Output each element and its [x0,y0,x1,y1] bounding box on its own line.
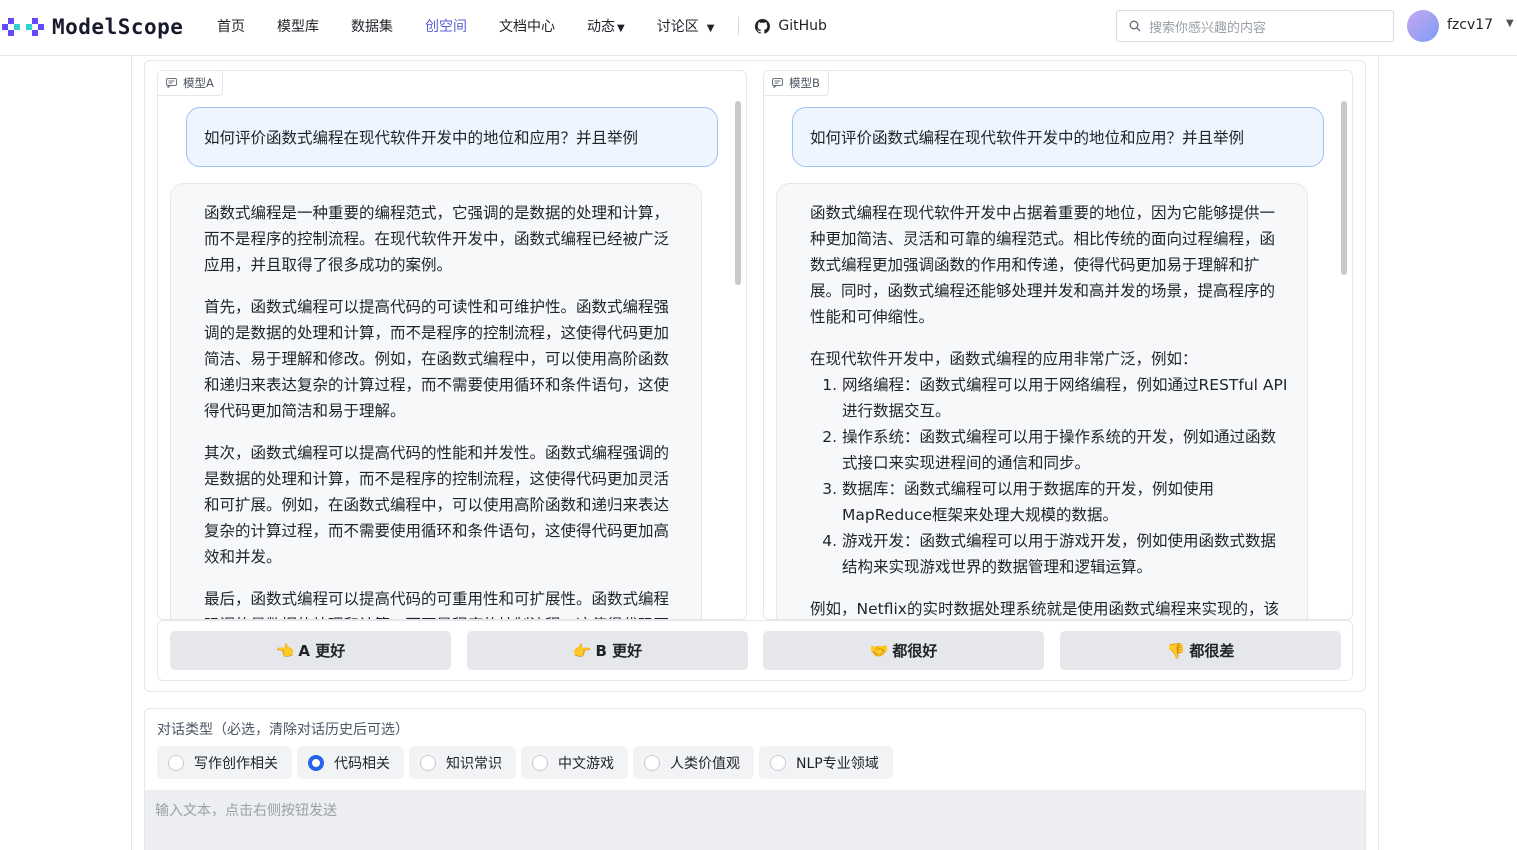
nav-docs[interactable]: 文档中心 [499,16,555,36]
main-nav: 首页 模型库 数据集 创空间 文档中心 动态 ▼ 讨论区 ▼ GitHub [217,0,859,52]
chat-panel-b[interactable]: 模型B 如何评价函数式编程在现代软件开发中的地位和应用？并且举例 函数式编程在现… [763,70,1353,620]
search-input[interactable]: 搜索你感兴趣的内容 [1116,10,1394,42]
panel-a-label: 模型A [158,71,223,96]
list-item: 游戏开发：函数式编程可以用于游戏开发，例如使用函数式数据结构来实现游戏世界的数据… [842,528,1289,580]
nav-news-label: 动态 [587,19,615,35]
radio-label: 写作创作相关 [194,755,278,772]
both-good-button[interactable]: 🤝 都很好 [763,631,1044,670]
nav-divider [738,17,740,35]
point-left-icon: 👈 [275,641,295,660]
nav-forum-label: 讨论区 [656,19,699,35]
radio-chinese-game[interactable]: 中文游戏 [521,746,628,779]
nav-models[interactable]: 模型库 [277,16,319,36]
radio-nlp[interactable]: NLP专业领域 [759,746,893,779]
both-bad-label: 都很差 [1189,642,1235,660]
chat-bubble-icon [166,78,177,88]
bot-b-list: 网络编程：函数式编程可以用于网络编程，例如通过RESTful API进行数据交互… [810,372,1289,580]
search-icon [1129,20,1141,32]
radio-circle [532,754,548,771]
panel-a-label-text: 模型A [183,76,214,90]
page-border-left [131,56,132,850]
scrollbar-b[interactable] [1341,101,1347,275]
point-right-icon: 👉 [572,641,592,660]
radio-label: 代码相关 [334,755,390,772]
caret-down-icon: ▼ [617,23,625,34]
message-input-placeholder: 输入文本，点击右侧按钮发送 [155,803,337,819]
radio-label: 中文游戏 [558,755,614,772]
b-better-button[interactable]: 👉 B 更好 [467,631,748,670]
nav-home[interactable]: 首页 [217,16,245,36]
panel-b-label: 模型B [764,71,829,96]
handshake-icon: 🤝 [869,641,889,660]
list-item: 数据库：函数式编程可以用于数据库的开发，例如使用MapReduce框架来处理大规… [842,476,1289,528]
bot-a-paragraph: 函数式编程是一种重要的编程范式，它强调的是数据的处理和计算，而不是程序的控制流程… [204,204,670,274]
modelscope-logo[interactable]: ModelScope [2,14,183,40]
github-label: GitHub [778,18,827,34]
caret-down-icon: ▼ [706,23,715,34]
radio-writing[interactable]: 写作创作相关 [157,746,292,779]
search-placeholder: 搜索你感兴趣的内容 [1149,20,1267,36]
thumbs-down-icon: 👎 [1166,641,1186,660]
bot-a-paragraph: 其次，函数式编程可以提高代码的性能和并发性。函数式编程强调的是数据的处理和计算，… [204,444,670,566]
avatar[interactable] [1407,10,1439,42]
bot-b-outro: 例如，Netflix的实时数据处理系统就是使用函数式编程来实现的，该系统可以处理… [810,600,1279,618]
bot-b-list-intro: 在现代软件开发中，函数式编程的应用非常广泛，例如： [810,350,1198,368]
dialog-type-label: 对话类型（必选，清除对话历史后可选） [157,722,409,738]
user-message-a: 如何评价函数式编程在现代软件开发中的地位和应用？并且举例 [186,107,718,167]
list-item: 操作系统：函数式编程可以用于操作系统的开发，例如通过函数式接口来实现进程间的通信… [842,424,1289,476]
radio-label: 人类价值观 [670,755,740,772]
page-border-right [1378,56,1379,850]
panel-b-label-text: 模型B [789,76,820,90]
chat-panel-a[interactable]: 模型A 如何评价函数式编程在现代软件开发中的地位和应用？并且举例 函数式编程是一… [157,70,747,620]
github-link[interactable]: GitHub [755,18,827,34]
github-icon [755,18,771,34]
radio-circle [770,754,786,771]
radio-code[interactable]: 代码相关 [297,746,404,779]
bot-message-b: 函数式编程在现代软件开发中占据着重要的地位，因为它能够提供一种更加简洁、灵活和可… [776,183,1308,619]
radio-circle [168,754,184,771]
bot-b-intro: 函数式编程在现代软件开发中占据着重要的地位，因为它能够提供一种更加简洁、灵活和可… [810,204,1276,326]
a-better-label: A 更好 [298,642,346,660]
nav-forum-menu[interactable]: 讨论区 ▼ [657,16,715,36]
chat-bubble-icon [772,78,783,88]
radio-human-values[interactable]: 人类价值观 [633,746,754,779]
logo-text: ModelScope [52,15,184,39]
top-navbar: ModelScope 首页 模型库 数据集 创空间 文档中心 动态 ▼ 讨论区 ▼ … [0,0,1517,56]
bot-a-paragraph: 首先，函数式编程可以提高代码的可读性和可维护性。函数式编程强调的是数据的处理和计… [204,298,670,420]
a-better-button[interactable]: 👈 A 更好 [170,631,451,670]
chevron-down-icon[interactable]: ▼ [1506,18,1514,29]
username[interactable]: fzcv17 [1447,17,1493,33]
user-message-b: 如何评价函数式编程在现代软件开发中的地位和应用？并且举例 [792,107,1324,167]
scrollbar-a[interactable] [735,101,741,285]
bot-message-a: 函数式编程是一种重要的编程范式，它强调的是数据的处理和计算，而不是程序的控制流程… [170,183,702,619]
bot-a-paragraph: 最后，函数式编程可以提高代码的可重用性和可扩展性。函数式编程强调的是数据的处理和… [204,590,670,619]
both-bad-button[interactable]: 👎 都很差 [1060,631,1341,670]
b-better-label: B 更好 [595,642,643,660]
nav-news-menu[interactable]: 动态 ▼ [587,16,625,36]
radio-circle-selected [308,754,324,771]
radio-label: 知识常识 [446,755,502,772]
list-item: 网络编程：函数式编程可以用于网络编程，例如通过RESTful API进行数据交互… [842,372,1289,424]
radio-label: NLP专业领域 [796,755,879,772]
nav-datasets[interactable]: 数据集 [351,16,393,36]
radio-circle [644,754,660,771]
radio-knowledge[interactable]: 知识常识 [409,746,516,779]
message-input[interactable]: 输入文本，点击右侧按钮发送 [145,790,1365,850]
nav-studios[interactable]: 创空间 [425,16,467,36]
radio-circle [420,754,436,771]
both-good-label: 都很好 [892,642,938,660]
logo-mark-icon [2,18,44,36]
